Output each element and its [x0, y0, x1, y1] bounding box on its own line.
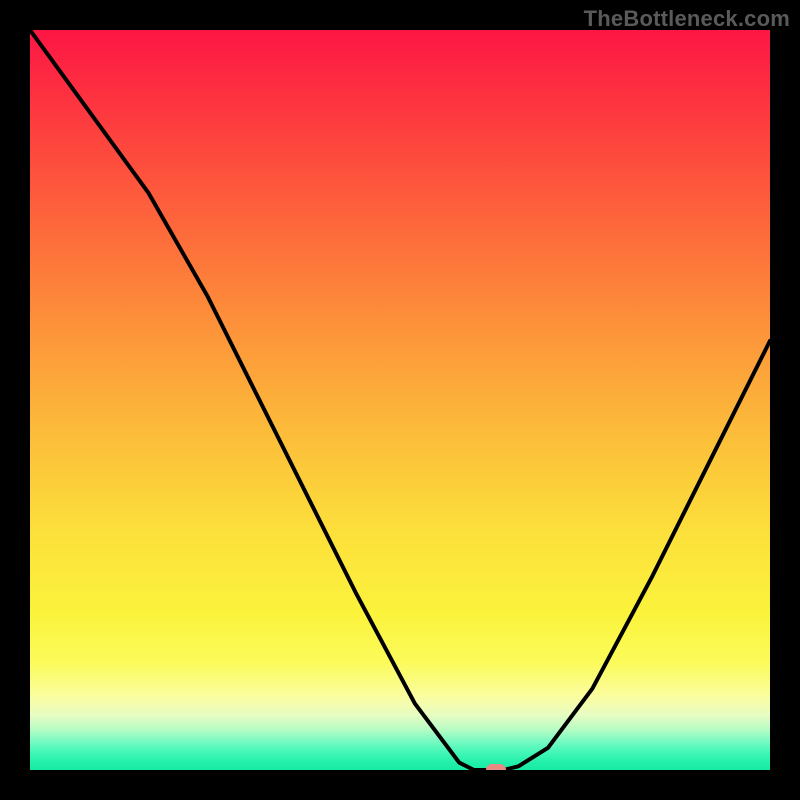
chart-frame: TheBottleneck.com	[0, 0, 800, 800]
plot-area	[30, 30, 770, 770]
attribution-label: TheBottleneck.com	[584, 6, 790, 32]
optimal-point-marker	[486, 764, 506, 770]
bottleneck-curve	[30, 30, 770, 770]
